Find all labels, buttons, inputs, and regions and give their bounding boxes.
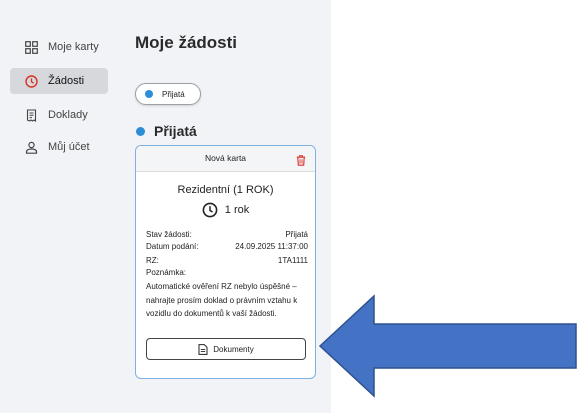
arrow-shape — [318, 294, 577, 398]
callout-arrow — [318, 294, 577, 398]
